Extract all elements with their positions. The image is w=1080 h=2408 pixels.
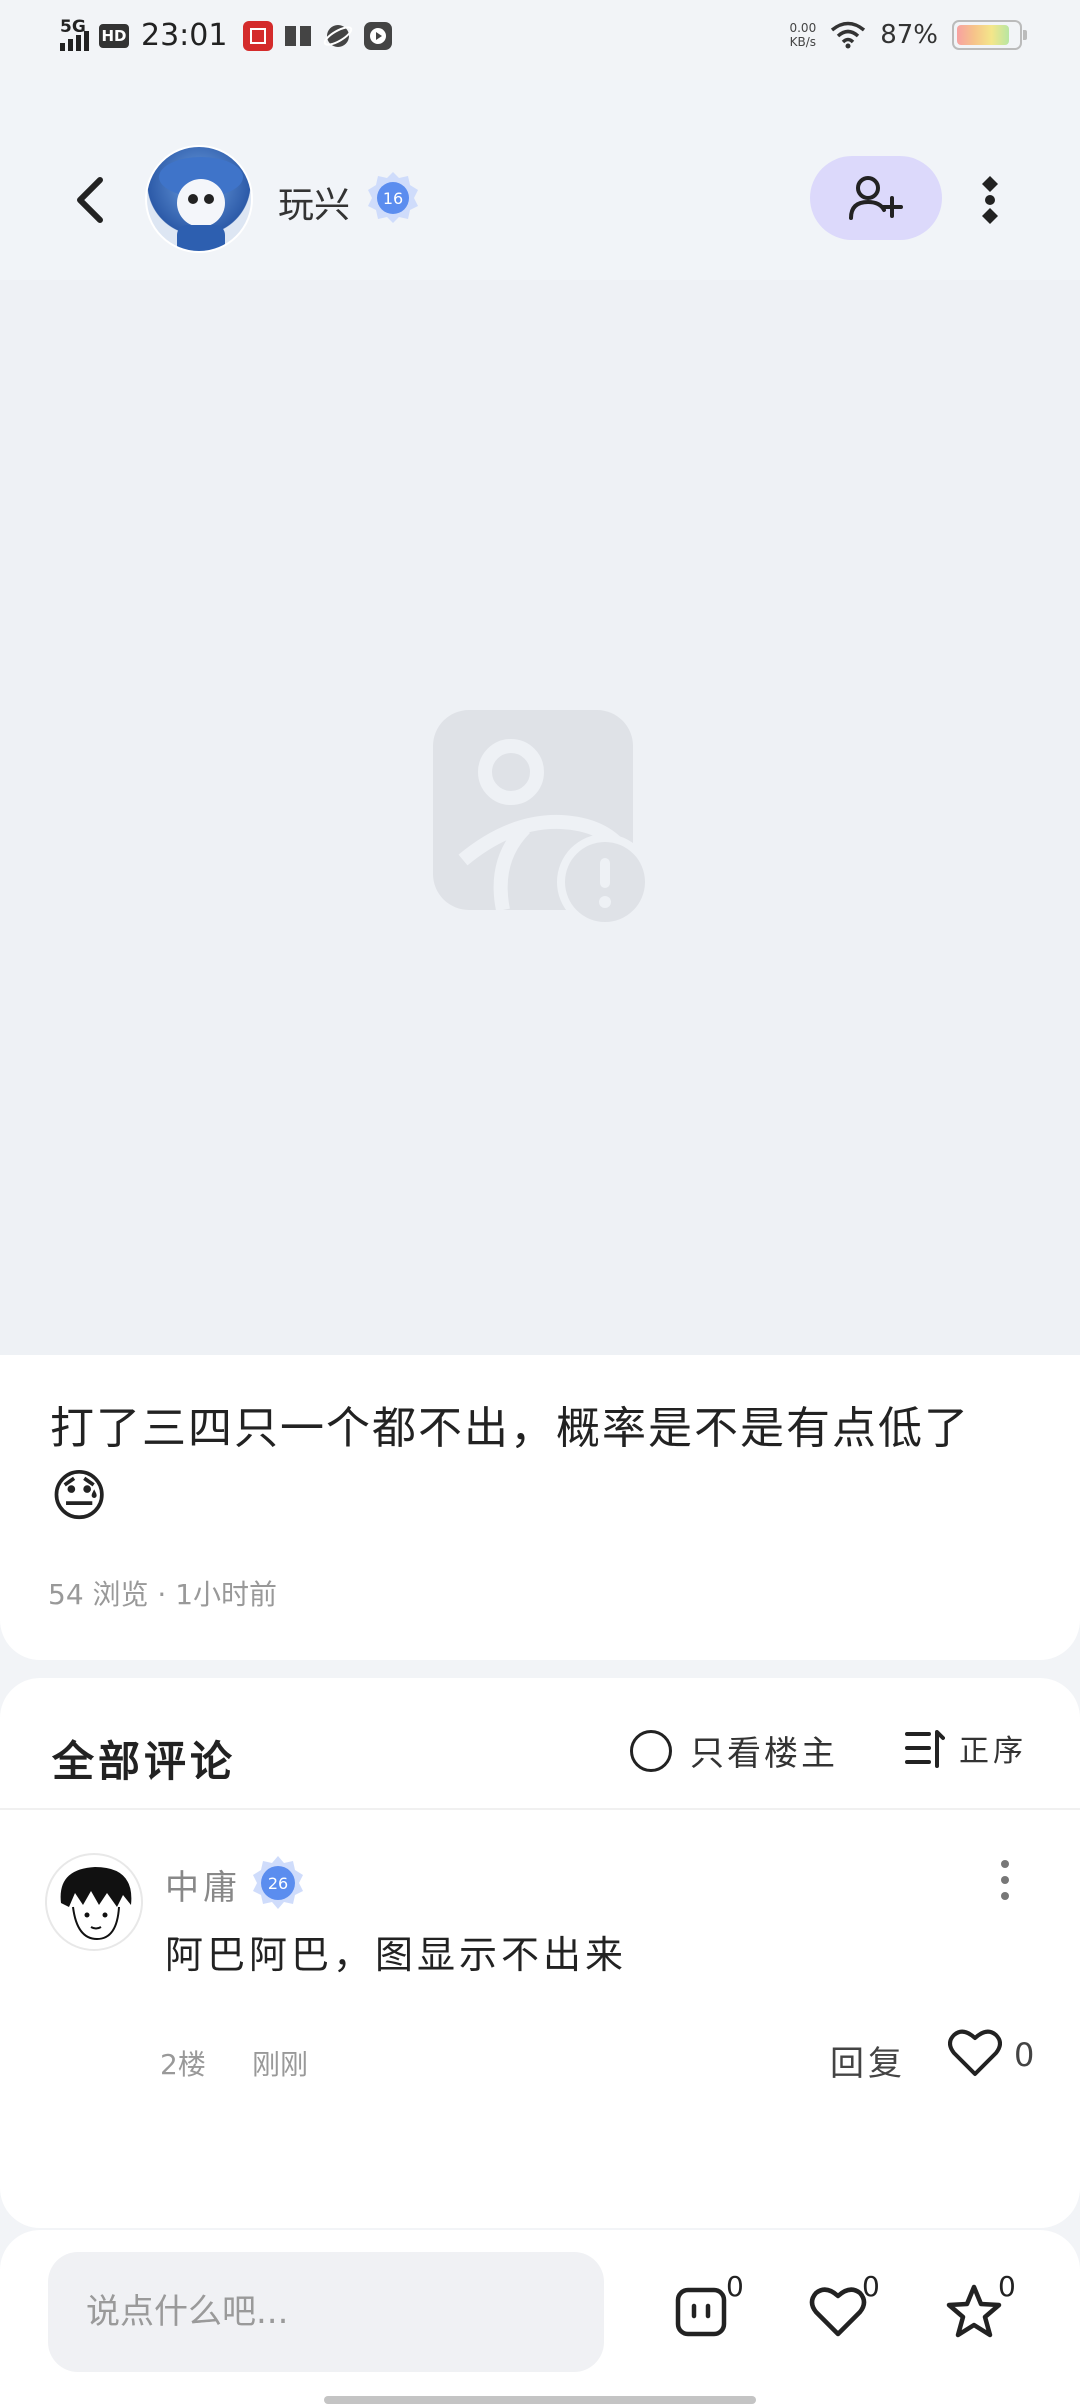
cell-signal-icon: 5G	[60, 17, 89, 51]
sort-button[interactable]: 正序	[905, 1726, 1027, 1770]
only-owner-toggle[interactable]: 只看楼主	[630, 1726, 838, 1775]
post-emoji: 😓	[50, 1464, 111, 1529]
comment-time: 刚刚	[252, 2048, 309, 2081]
author-name[interactable]: 玩兴	[278, 176, 350, 228]
follow-button[interactable]	[810, 156, 942, 240]
commenter-name[interactable]: 中庸	[165, 1860, 241, 1909]
bottom-action-bar: 0 0 0	[0, 2230, 1080, 2408]
commenter-avatar[interactable]	[45, 1853, 143, 1951]
app-notification-icon	[243, 20, 274, 51]
add-user-icon	[849, 176, 903, 220]
star-icon[interactable]	[944, 2282, 1004, 2342]
image-load-failed-icon	[433, 710, 653, 930]
comment-like-count: 0	[1014, 2036, 1035, 2074]
battery-icon	[952, 20, 1027, 50]
commenter-level-badge: 26	[253, 1856, 303, 1909]
more-vertical-icon[interactable]	[970, 170, 1010, 230]
only-owner-label: 只看楼主	[690, 1734, 838, 1774]
sort-label: 正序	[959, 1734, 1027, 1769]
comments-section: 全部评论 只看楼主 正序 中庸 26 阿巴阿巴，图显示不出来 2楼 刚刚 回复 …	[0, 1678, 1080, 2228]
home-indicator[interactable]	[324, 2396, 756, 2404]
post-meta: 54 浏览 · 1小时前	[48, 1578, 278, 1611]
level-badge: 16	[368, 172, 418, 223]
reply-button[interactable]: 回复	[830, 2036, 906, 2085]
post-text: 打了三四只一个都不出，概率是不是有点低了 😓	[50, 1395, 1040, 1535]
radio-icon	[630, 1729, 672, 1772]
planet-icon	[323, 21, 353, 51]
svg-text:26: 26	[268, 1874, 288, 1893]
comment-input[interactable]	[48, 2252, 604, 2372]
comment-icon[interactable]	[672, 2282, 732, 2342]
post-header: 玩兴 16	[0, 80, 1080, 280]
status-bar: 5G HD 23:01 0.00 KB/s 87%	[0, 0, 1080, 80]
like-icon[interactable]	[808, 2282, 868, 2342]
post-body-text: 打了三四只一个都不出，概率是不是有点低了	[50, 1403, 970, 1454]
sort-icon	[905, 1730, 945, 1768]
comment-text: 阿巴阿巴，图显示不出来	[165, 1933, 628, 1977]
network-type: 5G	[60, 16, 86, 37]
book-icon	[283, 21, 313, 51]
heart-icon[interactable]	[948, 2028, 1002, 2078]
favorite-count: 0	[998, 2270, 1016, 2303]
author-avatar[interactable]	[145, 145, 253, 253]
like-count: 0	[862, 2270, 880, 2303]
comment-floor: 2楼	[160, 2048, 206, 2081]
hd-icon: HD	[99, 23, 129, 48]
back-arrow-icon[interactable]	[60, 170, 120, 230]
svg-text:16: 16	[383, 189, 403, 208]
comments-title: 全部评论	[52, 1737, 237, 1786]
wifi-icon	[831, 21, 866, 49]
network-speed: 0.00 KB/s	[789, 21, 817, 49]
comment-more-icon[interactable]	[990, 1856, 1020, 1906]
post-image-area[interactable]	[0, 280, 1080, 1355]
play-icon	[363, 21, 393, 51]
divider	[0, 1808, 1080, 1810]
battery-percent: 87%	[880, 20, 938, 50]
comment-count: 0	[726, 2270, 744, 2303]
post-content-card: 打了三四只一个都不出，概率是不是有点低了 😓 54 浏览 · 1小时前	[0, 1355, 1080, 1660]
clock: 23:01	[141, 18, 228, 53]
